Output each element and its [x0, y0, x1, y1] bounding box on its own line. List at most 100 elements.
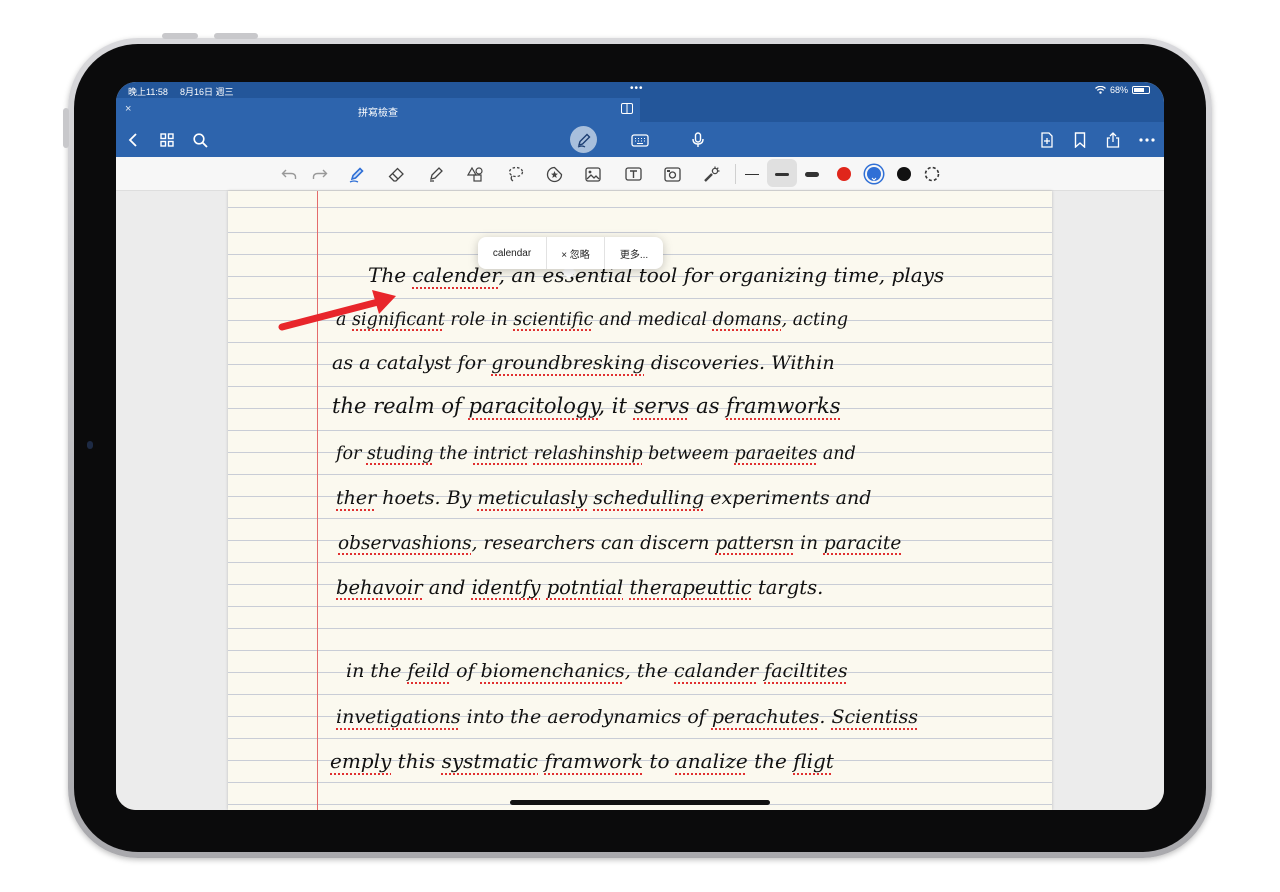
grid-icon[interactable] [156, 129, 178, 151]
misspelled-word[interactable]: identfy [472, 576, 541, 599]
misspelled-word[interactable]: emply [330, 749, 391, 773]
note-text: and medical [593, 309, 713, 330]
lasso-icon[interactable] [504, 163, 526, 185]
note-text: in [794, 532, 824, 554]
status-time: 晚上11:58 [128, 87, 168, 97]
image-icon[interactable] [582, 163, 604, 185]
stroke-thin-option[interactable] [741, 163, 763, 185]
note-text: the [747, 749, 794, 773]
note-text: , the [624, 660, 675, 682]
misspelled-word[interactable]: analize [676, 749, 748, 773]
misspelled-word[interactable]: faciltites [764, 660, 848, 682]
misspelled-word[interactable]: meticulasly [477, 487, 587, 509]
note-text: , researchers can discern [471, 532, 716, 554]
misspelled-word[interactable]: therapeuttic [629, 576, 751, 599]
misspelled-word[interactable]: fligt [793, 749, 834, 773]
laser-pointer-icon[interactable] [700, 163, 722, 185]
keyboard-icon[interactable] [629, 129, 651, 151]
back-icon[interactable] [122, 129, 144, 151]
microphone-icon[interactable] [687, 129, 709, 151]
misspelled-word[interactable]: intrict [473, 444, 528, 464]
misspelled-word[interactable]: paracitology [468, 394, 598, 418]
sticker-icon[interactable] [543, 163, 565, 185]
stroke-thick-option[interactable] [801, 163, 823, 185]
page-margin-line [317, 191, 318, 810]
note-text: . [819, 706, 832, 728]
pen-mode-icon[interactable] [570, 126, 597, 153]
add-page-icon[interactable] [1036, 129, 1058, 151]
highlighter-icon[interactable] [425, 163, 447, 185]
misspelled-word[interactable]: domans [713, 310, 782, 330]
misspelled-word[interactable]: servs [634, 394, 690, 418]
note-line: observashions, researchers can discern p… [338, 533, 901, 554]
drawing-toolbar [116, 157, 1164, 191]
battery-status: 68% [1095, 85, 1150, 95]
misspelled-word[interactable]: framwork [544, 749, 643, 773]
note-text: to [643, 749, 676, 773]
misspelled-word[interactable]: potntial [547, 576, 624, 599]
misspelled-word[interactable]: pattersn [715, 533, 794, 554]
search-icon[interactable] [189, 129, 211, 151]
note-text: in the [346, 660, 408, 682]
misspelled-word[interactable]: scientific [513, 310, 593, 330]
status-bar: 晚上11:58 8月16日 週三 ••• 68% [116, 82, 1164, 98]
note-text: hoets. By [376, 487, 478, 509]
misspelled-word[interactable]: perachutes [712, 706, 820, 728]
undo-icon[interactable] [278, 163, 300, 185]
bookmark-icon[interactable] [1069, 129, 1091, 151]
misspelled-word[interactable]: biomenchanics [481, 660, 625, 682]
misspelled-word[interactable]: framworks [726, 394, 840, 418]
note-text: as [689, 394, 727, 418]
note-text: , acting [781, 309, 849, 330]
note-line: the realm of paracitology, it servs as f… [332, 394, 841, 418]
note-line: behavoir and identfy potntial therapeutt… [336, 576, 823, 599]
misspelled-word[interactable]: paraeites [735, 444, 818, 464]
multitask-dots[interactable]: ••• [630, 83, 644, 94]
note-text: discoveries. Within [644, 352, 835, 374]
misspelled-word[interactable]: feild [408, 660, 451, 682]
note-text: as a catalyst for [332, 352, 492, 374]
shapes-icon[interactable] [465, 163, 487, 185]
note-text: the [433, 443, 474, 464]
misspelled-word[interactable]: Scientiss [832, 706, 918, 728]
misspelled-word[interactable]: groundbresking [491, 352, 645, 374]
side-button [63, 108, 69, 148]
misspelled-word[interactable]: relashinship [534, 444, 643, 464]
document-area: The calender, an essential tool for orga… [116, 191, 1164, 810]
camera-icon[interactable] [661, 163, 683, 185]
misspelled-word[interactable]: behavoir [336, 576, 423, 599]
toolbar-divider [735, 164, 736, 184]
color-picker-icon[interactable] [921, 163, 943, 185]
more-icon[interactable] [1136, 129, 1158, 151]
tab-document[interactable]: × 拼寫檢查 [116, 98, 640, 122]
redo-icon[interactable] [309, 163, 331, 185]
ignore-option[interactable]: × 忽略 [547, 237, 605, 269]
note-text: for [336, 443, 367, 464]
note-page[interactable]: The calender, an essential tool for orga… [228, 191, 1052, 810]
note-line: invetigations into the aerodynamics of p… [336, 706, 918, 728]
pen-icon[interactable] [346, 163, 368, 185]
misspelled-word[interactable]: calander [674, 660, 758, 682]
top-button [162, 33, 198, 39]
misspelled-word[interactable]: schedulling [593, 487, 704, 509]
tab-title: 拼寫檢查 [358, 108, 398, 119]
misspelled-word[interactable]: invetigations [336, 706, 461, 728]
misspelled-word[interactable]: ther [336, 487, 376, 509]
stroke-medium-option[interactable] [771, 163, 793, 185]
misspelled-word[interactable]: systmatic [442, 749, 538, 773]
more-option[interactable]: 更多... [605, 237, 663, 269]
misspelled-word[interactable]: studing [367, 444, 434, 464]
color-red-swatch[interactable] [837, 167, 851, 181]
wifi-icon [1095, 86, 1106, 94]
color-black-swatch[interactable] [897, 167, 911, 181]
split-view-icon[interactable] [621, 103, 633, 114]
eraser-icon[interactable] [385, 163, 407, 185]
suggestion-calendar-option[interactable]: calendar [478, 237, 547, 269]
misspelled-word[interactable]: paracite [824, 533, 901, 554]
note-text: and [817, 443, 856, 464]
note-line: ther hoets. By meticulasly schedulling e… [336, 487, 871, 509]
misspelled-word[interactable]: observashions [338, 533, 472, 554]
text-box-icon[interactable] [622, 163, 644, 185]
note-text: betweem [642, 443, 735, 464]
share-icon[interactable] [1102, 129, 1124, 151]
